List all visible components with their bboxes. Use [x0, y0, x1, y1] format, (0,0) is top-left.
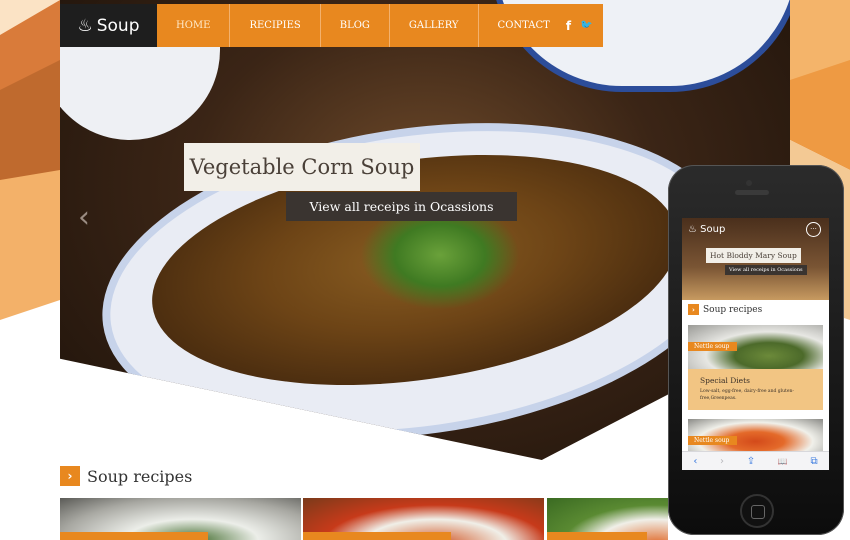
- mobile-recipe-card[interactable]: Nettle soup Special Diets Low-salt, egg-…: [688, 325, 823, 410]
- nav-blog[interactable]: BLOG: [321, 4, 390, 47]
- mobile-slide-cta[interactable]: View all receips in Ocassions: [725, 265, 807, 275]
- recipe-card[interactable]: [303, 498, 544, 540]
- phone-camera: [746, 180, 752, 186]
- recipe-card[interactable]: [60, 498, 301, 540]
- recipe-tag: Nettle soup: [688, 342, 738, 351]
- logo-text: Soup: [96, 15, 140, 36]
- twitter-icon[interactable]: 🐦: [580, 20, 592, 31]
- recipe-card[interactable]: [547, 498, 668, 540]
- mobile-logo[interactable]: ♨ Soup: [688, 224, 725, 235]
- soup-bowl-icon: ♨: [688, 224, 697, 235]
- back-icon[interactable]: ‹: [693, 456, 697, 467]
- recipe-text: Low-salt, egg-free, dairy-free and glute…: [700, 389, 794, 401]
- card-label: [303, 532, 451, 540]
- forward-icon[interactable]: ›: [720, 456, 724, 467]
- facebook-icon[interactable]: f: [566, 19, 571, 33]
- recipe-tag: Nettle soup: [688, 436, 738, 445]
- slide-title: Vegetable Corn Soup: [184, 143, 420, 191]
- top-nav: ♨ Soup HOME RECIPIES BLOG GALLERY CONTAC…: [60, 4, 603, 47]
- phone-screen: ♨ Soup ··· Hot Bloddy Mary Soup View all…: [682, 218, 829, 470]
- section-heading: › Soup recipes: [60, 466, 192, 486]
- tabs-icon[interactable]: ⧉: [810, 456, 817, 467]
- nav-home[interactable]: HOME: [157, 4, 231, 47]
- main-menu: HOME RECIPIES BLOG GALLERY CONTACT f 🐦: [157, 4, 603, 47]
- browser-toolbar: ‹ › ⇪ 📖 ⧉: [682, 451, 829, 470]
- card-label: [60, 532, 208, 540]
- mobile-recipe-card[interactable]: Nettle soup: [688, 419, 823, 451]
- side-bowl: [60, 40, 220, 140]
- phone-home-button[interactable]: [740, 494, 774, 528]
- mobile-menu-icon[interactable]: ···: [806, 222, 821, 237]
- phone-speaker: [735, 190, 769, 195]
- soup-bowl-icon: ♨: [77, 15, 93, 36]
- home-square-icon: [751, 505, 765, 519]
- mobile-slide-title: Hot Bloddy Mary Soup: [706, 248, 801, 263]
- slide-cta-button[interactable]: View all receips in Ocassions: [286, 192, 517, 221]
- card-label: [547, 532, 647, 540]
- mobile-logo-text: Soup: [700, 224, 726, 235]
- section-title: Soup recipes: [87, 466, 193, 486]
- nav-recipies[interactable]: RECIPIES: [230, 4, 321, 47]
- share-icon[interactable]: ⇪: [747, 456, 755, 467]
- nav-contact[interactable]: CONTACT: [479, 4, 556, 47]
- recipe-heading: Special Diets: [700, 376, 750, 385]
- social-links: f 🐦: [556, 19, 603, 33]
- arrow-right-icon: ›: [688, 304, 699, 315]
- bookmarks-icon[interactable]: 📖: [778, 457, 788, 466]
- slider-prev-arrow[interactable]: ‹: [78, 200, 90, 235]
- arrow-right-icon: ›: [60, 466, 80, 486]
- nav-gallery[interactable]: GALLERY: [390, 4, 479, 47]
- mobile-section-heading: › Soup recipes: [688, 304, 762, 315]
- logo[interactable]: ♨ Soup: [60, 4, 157, 47]
- mobile-section-title: Soup recipes: [703, 304, 763, 315]
